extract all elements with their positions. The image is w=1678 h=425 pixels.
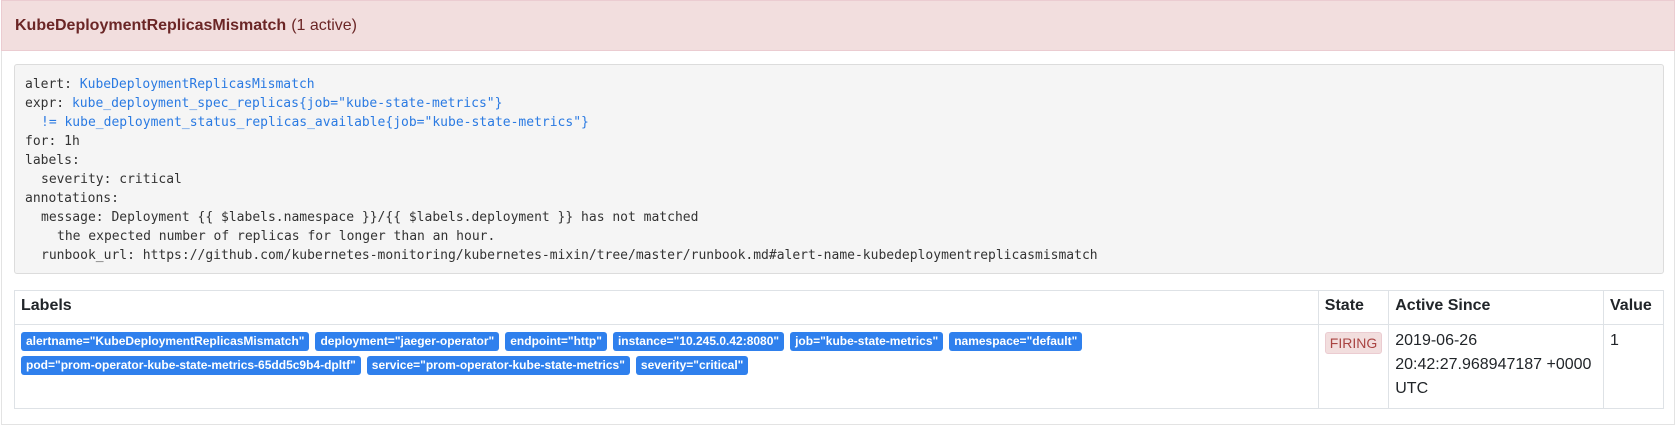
active-alerts-table: Labels State Active Since Value alertnam… [14, 290, 1664, 409]
column-header-value: Value [1603, 290, 1664, 325]
rule-expr-line-2: != kube_deployment_status_replicas_avail… [25, 113, 1653, 132]
labels-list: alertname="KubeDeploymentReplicasMismatc… [21, 332, 1312, 375]
rule-definition: alert: KubeDeploymentReplicasMismatch exp… [14, 64, 1664, 274]
label-badge: job="kube-state-metrics" [790, 332, 944, 351]
rule-runbook-line: runbook_url: https://github.com/kubernet… [41, 248, 1098, 263]
active-count: (1 active) [291, 16, 357, 34]
label-badge: pod="prom-operator-kube-state-metrics-65… [21, 356, 361, 375]
label-badge: instance="10.245.0.42:8080" [612, 332, 785, 351]
rule-message-line: message: Deployment {{ $labels.namespace… [41, 210, 699, 225]
active-since-date: 2019-06-26 [1395, 332, 1478, 349]
column-header-labels: Labels [14, 290, 1319, 325]
label-badge: namespace="default" [949, 332, 1083, 351]
rule-alert-line: alert: KubeDeploymentReplicasMismatch [25, 75, 1653, 94]
rule-key: alert: [25, 77, 72, 92]
state-badge-firing: FIRING [1324, 332, 1383, 354]
label-badge: severity="critical" [635, 356, 749, 375]
rule-expr-link[interactable]: kube_deployment_spec_replicas{job="kube-… [72, 96, 502, 111]
active-since-time: 20:42:27.968947187 +0000 [1395, 356, 1592, 373]
rule-message-line-2: the expected number of replicas for long… [57, 229, 496, 244]
active-since-value: 2019-06-26 20:42:27.968947187 +0000 UTC [1395, 329, 1597, 401]
table-row: alertname="KubeDeploymentReplicasMismatc… [14, 324, 1664, 409]
alert-rule-name: KubeDeploymentReplicasMismatch [15, 16, 287, 34]
active-since-cell: 2019-06-26 20:42:27.968947187 +0000 UTC [1388, 324, 1604, 409]
column-header-active-since: Active Since [1388, 290, 1604, 325]
label-badge: endpoint="http" [505, 332, 607, 351]
rule-severity-line: severity: critical [41, 172, 182, 187]
alert-rule-header[interactable]: KubeDeploymentReplicasMismatch (1 active… [1, 0, 1675, 51]
labels-cell: alertname="KubeDeploymentReplicasMismatc… [14, 324, 1319, 409]
active-since-timezone: UTC [1395, 380, 1429, 397]
label-badge: service="prom-operator-kube-state-metric… [366, 356, 630, 375]
label-badge: alertname="KubeDeploymentReplicasMismatc… [21, 332, 310, 351]
state-cell: FIRING [1317, 324, 1390, 409]
rule-labels-line: labels: [25, 153, 80, 168]
rule-alert-link[interactable]: KubeDeploymentReplicasMismatch [80, 77, 315, 92]
alert-rule-panel: KubeDeploymentReplicasMismatch (1 active… [0, 0, 1678, 425]
label-badge: deployment="jaeger-operator" [315, 332, 500, 351]
table-header-row: Labels State Active Since Value [14, 290, 1664, 325]
rule-key: expr: [25, 96, 65, 111]
rule-for-line: for: 1h [25, 134, 80, 149]
rule-expr-line: expr: kube_deployment_spec_replicas{job=… [25, 94, 1653, 113]
column-header-state: State [1317, 290, 1390, 325]
rule-annotations-line: annotations: [25, 191, 119, 206]
value-cell: 1 [1603, 324, 1664, 409]
rule-expr-link-2[interactable]: != kube_deployment_status_replicas_avail… [41, 115, 589, 130]
alert-value: 1 [1610, 332, 1619, 349]
